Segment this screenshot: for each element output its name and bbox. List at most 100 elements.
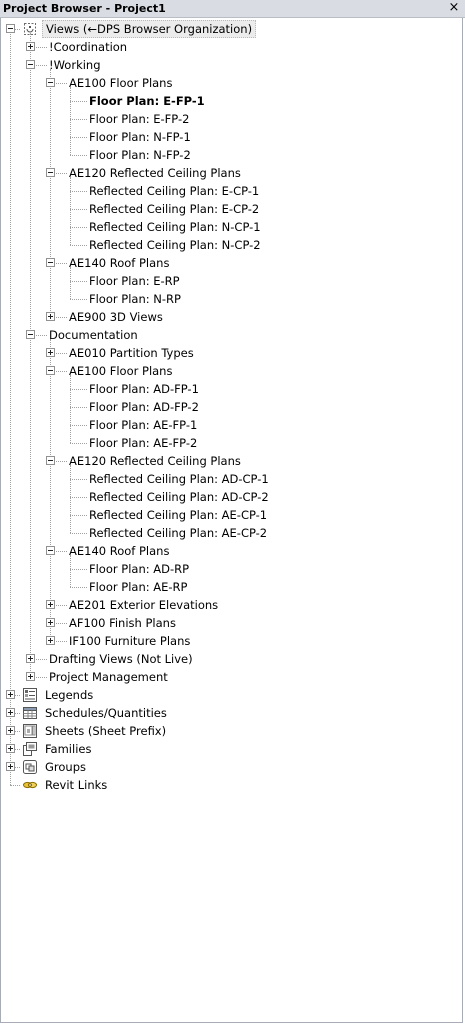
tree-row[interactable]: Floor Plan: AE-FP-1: [1, 416, 461, 434]
tree-connector: [70, 191, 87, 192]
tree-item-label: Floor Plan: N-FP-2: [89, 148, 191, 162]
tree-row[interactable]: Floor Plan: E-FP-2: [1, 110, 461, 128]
tree-item-label: Floor Plan: N-FP-1: [89, 130, 191, 144]
tree-item-label: Floor Plan: AE-FP-1: [89, 418, 198, 432]
tree-row[interactable]: AE120 Reflected Ceiling Plans: [1, 164, 461, 182]
tree-row[interactable]: AE900 3D Views: [1, 308, 461, 326]
collapse-icon[interactable]: [26, 330, 35, 339]
tree-connector: [70, 425, 87, 426]
tree-connector: [70, 137, 87, 138]
collapse-icon[interactable]: [6, 24, 15, 33]
collapse-icon[interactable]: [46, 168, 55, 177]
expand-icon[interactable]: [6, 708, 15, 717]
expand-icon[interactable]: [46, 618, 55, 627]
collapse-icon[interactable]: [46, 258, 55, 267]
tree-item-label: AE100 Floor Plans: [69, 364, 173, 378]
tree-row[interactable]: AE140 Roof Plans: [1, 254, 461, 272]
tree-item-label: Reflected Ceiling Plan: E-CP-2: [89, 202, 260, 216]
expand-icon[interactable]: [26, 672, 35, 681]
tree-row[interactable]: Reflected Ceiling Plan: AE-CP-2: [1, 524, 461, 542]
tree-row[interactable]: Groups: [1, 758, 461, 776]
tree-row[interactable]: Documentation: [1, 326, 461, 344]
tree-row[interactable]: Sheets (Sheet Prefix): [1, 722, 461, 740]
tree-row[interactable]: Views (←DPS Browser Organization): [1, 20, 461, 38]
expand-icon[interactable]: [6, 690, 15, 699]
expand-icon[interactable]: [26, 654, 35, 663]
tree-row[interactable]: Legends: [1, 686, 461, 704]
tree-row[interactable]: Reflected Ceiling Plan: N-CP-1: [1, 218, 461, 236]
tree-row[interactable]: Drafting Views (Not Live): [1, 650, 461, 668]
tree-row[interactable]: IF100 Furniture Plans: [1, 632, 461, 650]
tree-row[interactable]: AE100 Floor Plans: [1, 362, 461, 380]
tree-item-label: Views (←DPS Browser Organization): [42, 20, 257, 38]
tree-row[interactable]: Floor Plan: AD-RP: [1, 560, 461, 578]
tree-row[interactable]: Revit Links: [1, 776, 461, 794]
tree-connector: [70, 569, 87, 570]
tree-row[interactable]: Reflected Ceiling Plan: AE-CP-1: [1, 506, 461, 524]
tree-row[interactable]: Floor Plan: E-RP: [1, 272, 461, 290]
tree-connector: [70, 587, 87, 588]
tree-item-label: Families: [45, 742, 92, 756]
tree-connector: [70, 119, 87, 120]
tree-row[interactable]: Families: [1, 740, 461, 758]
families-icon: [22, 741, 38, 757]
tree-item-label: !Coordination: [49, 40, 128, 54]
expand-icon[interactable]: [6, 762, 15, 771]
tree-item-label: Floor Plan: AD-FP-1: [89, 382, 199, 396]
tree-connector: [70, 227, 87, 228]
tree-row[interactable]: Floor Plan: AE-RP: [1, 578, 461, 596]
tree-row[interactable]: Schedules/Quantities: [1, 704, 461, 722]
tree-connector: [70, 245, 87, 246]
tree-row[interactable]: AF100 Finish Plans: [1, 614, 461, 632]
tree-item-label: Floor Plan: E-FP-1: [89, 94, 205, 108]
tree-row[interactable]: Reflected Ceiling Plan: E-CP-1: [1, 182, 461, 200]
expand-icon[interactable]: [46, 600, 55, 609]
tree-row[interactable]: Floor Plan: N-RP: [1, 290, 461, 308]
tree-row[interactable]: Reflected Ceiling Plan: AD-CP-1: [1, 470, 461, 488]
tree-row[interactable]: Reflected Ceiling Plan: AD-CP-2: [1, 488, 461, 506]
expand-icon[interactable]: [46, 312, 55, 321]
collapse-icon[interactable]: [46, 366, 55, 375]
legends-icon: [22, 687, 38, 703]
close-icon[interactable]: ×: [447, 0, 461, 16]
tree-item-label: Reflected Ceiling Plan: N-CP-2: [89, 238, 261, 252]
expand-icon[interactable]: [6, 744, 15, 753]
tree-row[interactable]: AE120 Reflected Ceiling Plans: [1, 452, 461, 470]
tree-row[interactable]: Floor Plan: AD-FP-1: [1, 380, 461, 398]
tree-row[interactable]: !Working: [1, 56, 461, 74]
tree-row[interactable]: AE201 Exterior Elevations: [1, 596, 461, 614]
expand-icon[interactable]: [46, 636, 55, 645]
views-icon: [22, 21, 38, 37]
collapse-icon[interactable]: [46, 546, 55, 555]
collapse-icon[interactable]: [46, 456, 55, 465]
tree-item-label: Reflected Ceiling Plan: AE-CP-1: [89, 508, 268, 522]
tree-row[interactable]: AE010 Partition Types: [1, 344, 461, 362]
expand-icon[interactable]: [6, 726, 15, 735]
tree-item-label: !Working: [49, 58, 101, 72]
collapse-icon[interactable]: [26, 60, 35, 69]
collapse-icon[interactable]: [46, 78, 55, 87]
tree-connector: [70, 101, 87, 102]
tree-connector: [70, 209, 87, 210]
tree-item-label: AF100 Finish Plans: [69, 616, 176, 630]
tree-row[interactable]: Floor Plan: AD-FP-2: [1, 398, 461, 416]
tree-row[interactable]: Floor Plan: N-FP-1: [1, 128, 461, 146]
expand-icon[interactable]: [26, 42, 35, 51]
tree-item-label: Schedules/Quantities: [45, 706, 167, 720]
tree-row[interactable]: AE100 Floor Plans: [1, 74, 461, 92]
tree-connector: [70, 299, 87, 300]
title-bar: Project Browser - Project1 ×: [0, 0, 465, 18]
tree-connector: [70, 533, 87, 534]
revit-links-icon: [22, 777, 38, 793]
tree-row[interactable]: Project Management: [1, 668, 461, 686]
tree-connector: [70, 443, 87, 444]
tree-row[interactable]: AE140 Roof Plans: [1, 542, 461, 560]
tree-row[interactable]: Floor Plan: N-FP-2: [1, 146, 461, 164]
tree-row[interactable]: Reflected Ceiling Plan: E-CP-2: [1, 200, 461, 218]
expand-icon[interactable]: [46, 348, 55, 357]
tree-row[interactable]: Reflected Ceiling Plan: N-CP-2: [1, 236, 461, 254]
tree-row[interactable]: Floor Plan: E-FP-1: [1, 92, 461, 110]
tree-row[interactable]: Floor Plan: AE-FP-2: [1, 434, 461, 452]
tree-item-label: Reflected Ceiling Plan: AD-CP-2: [89, 490, 269, 504]
tree-row[interactable]: !Coordination: [1, 38, 461, 56]
